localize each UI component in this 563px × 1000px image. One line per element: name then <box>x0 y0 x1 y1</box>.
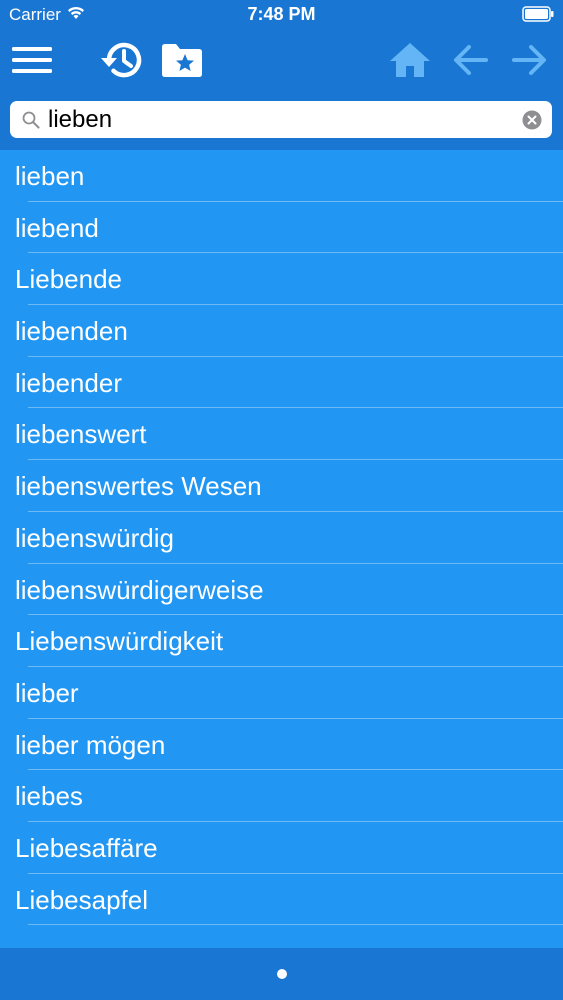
result-item-label: liebes <box>15 781 83 812</box>
history-button[interactable] <box>98 36 146 84</box>
result-list: lieben liebend Liebende liebenden lieben… <box>0 150 563 948</box>
result-item-label: liebenswertes Wesen <box>15 471 262 502</box>
history-icon <box>101 42 142 78</box>
search-bar <box>10 101 552 138</box>
result-item-label: liebenswert <box>15 419 147 450</box>
result-item[interactable]: lieben <box>0 150 563 202</box>
result-item-label: liebender <box>15 367 122 398</box>
menu-button[interactable] <box>8 38 56 82</box>
result-item[interactable]: lieber mögen <box>0 719 563 771</box>
search-input[interactable] <box>48 101 508 138</box>
bottom-bar <box>0 948 563 1000</box>
battery-icon <box>522 6 554 22</box>
result-item[interactable]: Liebende <box>0 253 563 305</box>
result-item[interactable]: Liebesaffäre <box>0 822 563 874</box>
result-item-label: lieben <box>15 161 85 191</box>
forward-arrow-icon <box>512 45 546 75</box>
home-button[interactable] <box>386 36 434 84</box>
forward-button[interactable] <box>508 38 552 82</box>
result-item[interactable]: Liebesapfel <box>0 874 563 926</box>
result-item[interactable]: liebenswürdig <box>0 512 563 564</box>
toolbar <box>0 30 563 92</box>
back-arrow-icon <box>454 45 488 75</box>
result-item-label: liebend <box>15 212 99 243</box>
result-item[interactable]: liebenswert <box>0 408 563 460</box>
result-item[interactable]: liebenden <box>0 305 563 357</box>
search-icon <box>22 111 40 129</box>
result-item-label: liebenswürdig <box>15 522 174 553</box>
clear-search-icon[interactable] <box>522 110 542 130</box>
status-bar: Carrier 7:48 PM <box>0 0 563 30</box>
favorites-folder-icon <box>162 44 202 77</box>
result-item[interactable]: lieber <box>0 667 563 719</box>
result-item-label: lieber <box>15 677 79 708</box>
result-item[interactable]: liebender <box>0 357 563 409</box>
result-item[interactable]: liebend <box>0 202 563 254</box>
result-item-label: Liebesapfel <box>15 884 148 915</box>
result-item[interactable]: liebenswürdigerweise <box>0 564 563 616</box>
result-item[interactable]: liebenswertes Wesen <box>0 460 563 512</box>
result-item-label: liebenden <box>15 316 128 347</box>
back-button[interactable] <box>448 38 492 82</box>
result-item[interactable]: liebes <box>0 770 563 822</box>
status-time: 7:48 PM <box>247 4 316 24</box>
result-item-label: Liebende <box>15 264 122 295</box>
result-item[interactable]: Liebenswürdigkeit <box>0 615 563 667</box>
home-icon <box>390 43 430 77</box>
result-item-label: liebenswürdigerweise <box>15 574 264 605</box>
result-item-label: lieber mögen <box>15 729 166 760</box>
result-item-label: Liebenswürdigkeit <box>15 626 224 657</box>
menu-icon <box>12 47 52 73</box>
page-indicator-dot <box>277 969 287 979</box>
result-item-label: Liebesaffäre <box>15 832 158 863</box>
favorites-button[interactable] <box>158 36 206 84</box>
